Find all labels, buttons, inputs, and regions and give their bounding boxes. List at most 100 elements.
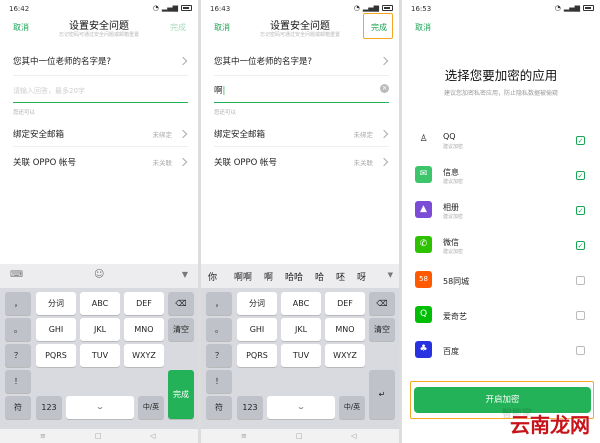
answer-input[interactable]: 啊| × <box>214 84 389 98</box>
expand-candidates-icon[interactable]: ▼ <box>388 271 393 279</box>
page-title: 选择您要加密的应用 <box>444 68 558 83</box>
number-key[interactable]: 123 <box>36 396 62 419</box>
keyboard-toolbar: ⌨ ☺ ▼ <box>0 264 198 288</box>
clear-key[interactable]: 清空 <box>369 318 395 341</box>
bind-email-status: 未绑定 <box>152 131 173 139</box>
punct-key[interactable]: ， <box>206 292 232 315</box>
key-abc[interactable]: ABC <box>80 292 120 315</box>
space-key[interactable]: ⌣ <box>267 396 335 419</box>
clear-input-icon[interactable]: × <box>380 84 389 93</box>
lang-switch-key[interactable]: 中/英 <box>138 396 164 419</box>
app-row[interactable]: Q 爱奇艺 <box>415 303 590 331</box>
question-selector[interactable]: 您其中一位老师的名字是? <box>13 55 188 69</box>
candidate[interactable]: 啊 <box>264 270 273 283</box>
chevron-right-icon <box>178 157 188 167</box>
chevron-right-icon <box>178 56 188 66</box>
cancel-button[interactable]: 取消 <box>415 22 431 33</box>
backspace-key[interactable]: ⌫ <box>369 292 395 315</box>
app-recommend-label: 建议加密 <box>443 144 464 150</box>
back-icon[interactable]: ◁ <box>351 432 356 440</box>
menu-icon[interactable]: ≡ <box>40 432 46 440</box>
wifi-icon: ◔ <box>353 4 360 12</box>
mic-icon: ⌣ <box>298 403 304 412</box>
key-def[interactable]: DEF <box>325 292 365 315</box>
candidate[interactable]: 哈哈 <box>285 270 303 283</box>
question-selector[interactable]: 您其中一位老师的名字是? <box>214 55 389 69</box>
battery-icon <box>181 5 192 11</box>
enter-icon: ↵ <box>378 390 386 399</box>
key-def[interactable]: DEF <box>124 292 164 315</box>
backspace-key[interactable]: ⌫ <box>168 292 194 315</box>
key-wxyz[interactable]: WXYZ <box>325 344 365 367</box>
key-segment[interactable]: 分词 <box>36 292 76 315</box>
checkbox[interactable] <box>576 311 585 320</box>
punct-key[interactable]: ， <box>5 292 31 315</box>
done-button[interactable]: 完成 <box>170 22 186 33</box>
key-ghi[interactable]: GHI <box>237 318 277 341</box>
punct-key[interactable]: ？ <box>5 344 31 367</box>
candidate[interactable]: 你 <box>208 270 217 283</box>
chevron-right-icon <box>379 56 389 66</box>
key-wxyz[interactable]: WXYZ <box>124 344 164 367</box>
candidate[interactable]: 呸 <box>336 270 345 283</box>
app-row[interactable]: ▲ 相册 建议加密 ✓ <box>415 198 590 226</box>
keyboard-done-key[interactable]: 完成 <box>168 370 194 419</box>
keyboard-switch-icon[interactable]: ⌨ <box>10 270 23 280</box>
key-tuv[interactable]: TUV <box>281 344 321 367</box>
space-key[interactable]: ⌣ <box>66 396 134 419</box>
key-mno[interactable]: MNO <box>325 318 365 341</box>
lang-switch-key[interactable]: 中/英 <box>339 396 365 419</box>
key-segment[interactable]: 分词 <box>237 292 277 315</box>
app-row[interactable]: ✉ 信息 建议加密 ✓ <box>415 163 590 191</box>
punct-key[interactable]: 。 <box>5 318 31 341</box>
symbol-key[interactable]: 符 <box>5 396 31 419</box>
app-row[interactable]: 58 58同城 <box>415 268 590 296</box>
key-abc[interactable]: ABC <box>281 292 321 315</box>
key-pqrs[interactable]: PQRS <box>36 344 76 367</box>
number-key[interactable]: 123 <box>237 396 263 419</box>
bind-email-item[interactable]: 绑定安全邮箱 未绑定 <box>13 128 188 142</box>
key-tuv[interactable]: TUV <box>80 344 120 367</box>
app-icon: 58 <box>415 271 432 288</box>
app-row[interactable]: ✆ 微信 建议加密 ✓ <box>415 233 590 261</box>
checkbox[interactable]: ✓ <box>576 206 585 215</box>
punct-key[interactable]: ！ <box>5 370 31 393</box>
checkbox[interactable]: ✓ <box>576 136 585 145</box>
checkbox[interactable]: ✓ <box>576 171 585 180</box>
menu-icon[interactable]: ≡ <box>241 432 247 440</box>
key-jkl[interactable]: JKL <box>80 318 120 341</box>
app-recommend-label: 建议加密 <box>443 179 464 185</box>
app-row[interactable]: ♣ 百度 <box>415 338 590 366</box>
enter-key[interactable]: ↵ <box>369 370 395 419</box>
punct-key[interactable]: 。 <box>206 318 232 341</box>
answer-input[interactable]: 请输入回答，最多20字 <box>13 86 85 96</box>
candidate[interactable]: 啊啊 <box>234 270 252 283</box>
home-icon[interactable]: □ <box>95 432 102 440</box>
link-oppo-account-item[interactable]: 关联 OPPO 帐号 未关联 <box>13 156 188 170</box>
bind-email-item[interactable]: 绑定安全邮箱 未绑定 <box>214 128 389 142</box>
wifi-icon: ◔ <box>152 4 159 12</box>
home-icon[interactable]: □ <box>296 432 303 440</box>
app-row[interactable]: ♙ QQ 建议加密 ✓ <box>415 128 590 156</box>
back-icon[interactable]: ◁ <box>150 432 155 440</box>
punct-key[interactable]: ？ <box>206 344 232 367</box>
checkbox[interactable] <box>576 346 585 355</box>
candidate[interactable]: 哈 <box>315 270 324 283</box>
candidate[interactable]: 呀 <box>357 270 366 283</box>
collapse-keyboard-icon[interactable]: ▼ <box>182 270 188 279</box>
answer-text: 啊 <box>214 86 223 96</box>
key-jkl[interactable]: JKL <box>281 318 321 341</box>
link-oppo-account-item[interactable]: 关联 OPPO 帐号 未关联 <box>214 156 389 170</box>
divider <box>214 75 389 76</box>
mic-icon: ⌣ <box>97 403 103 412</box>
punct-key[interactable]: ！ <box>206 370 232 393</box>
symbol-key[interactable]: 符 <box>206 396 232 419</box>
checkbox[interactable]: ✓ <box>576 241 585 250</box>
clear-key[interactable]: 清空 <box>168 318 194 341</box>
checkbox[interactable] <box>576 276 585 285</box>
app-icon: ▲ <box>415 201 432 218</box>
key-pqrs[interactable]: PQRS <box>237 344 277 367</box>
key-mno[interactable]: MNO <box>124 318 164 341</box>
key-ghi[interactable]: GHI <box>36 318 76 341</box>
emoji-icon[interactable]: ☺ <box>94 269 104 280</box>
